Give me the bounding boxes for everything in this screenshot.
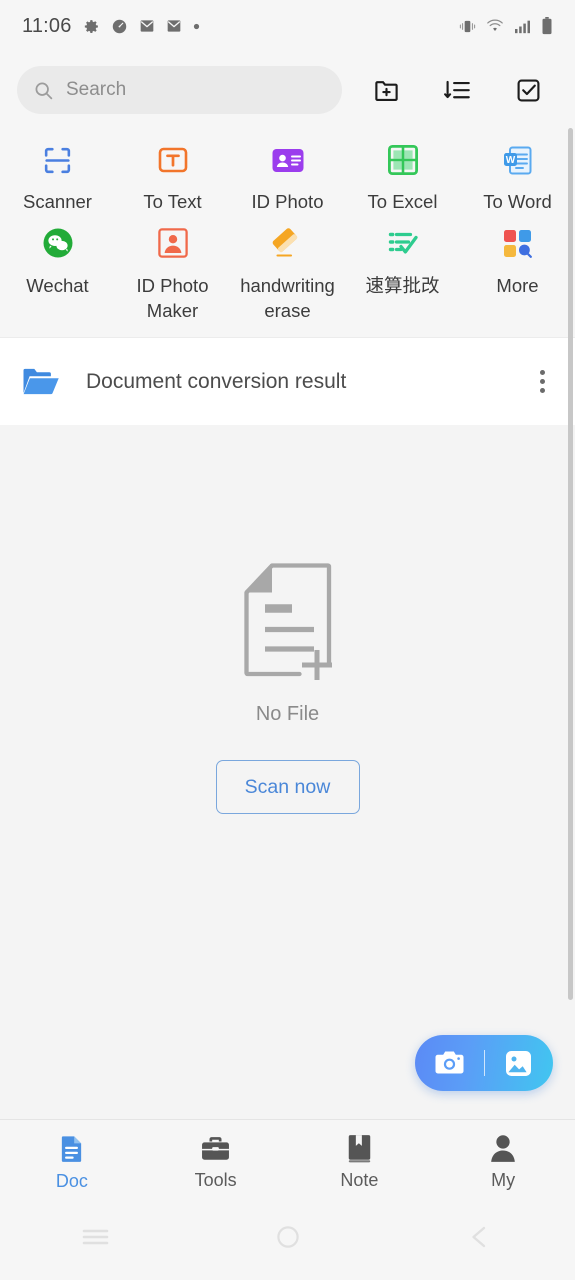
sort-icon[interactable] [444,77,471,104]
tool-scanner[interactable]: Scanner [0,132,115,214]
status-time: 11:06 [22,14,72,37]
folder-row[interactable]: Document conversion result [0,337,575,425]
tool-handwriting-erase[interactable]: handwriting erase [230,214,345,323]
id-card-icon [265,140,311,180]
chevron-left-icon [468,1225,490,1249]
tool-id-photo[interactable]: ID Photo [230,132,345,214]
search-icon [33,80,54,101]
status-bar-right [459,17,553,35]
nav-item-doc[interactable]: Doc [0,1134,144,1192]
tool-row-1: Scanner To Text ID Photo To Excel W To W… [0,132,575,214]
header-actions [373,77,558,104]
document-icon [58,1134,85,1164]
new-folder-icon[interactable] [373,77,400,104]
nav-item-note[interactable]: Note [288,1134,432,1191]
tool-label: ID Photo [251,191,324,212]
cellular-signal-icon [514,19,531,34]
tool-to-excel[interactable]: To Excel [345,132,460,214]
scanner-frame-icon [35,140,81,180]
tool-label: To Word [483,191,552,212]
header-bar: Search [0,52,575,128]
word-doc-icon: W [495,140,541,180]
status-bar: 11:06 [0,0,575,52]
empty-message: No File [255,703,320,725]
checklist-check-icon [380,222,426,264]
system-navigation-bar [0,1205,575,1269]
tool-row-2: Wechat ID Photo Maker handwriting erase … [0,214,575,323]
bottom-navigation: Doc Tools Note My [0,1119,575,1205]
dot-icon [193,23,200,30]
more-grid-icon [495,222,541,264]
mail-icon [139,18,155,34]
back-button[interactable] [383,1225,575,1249]
tool-label: Scanner [23,191,92,212]
settings-gear-icon [83,18,100,35]
scan-now-button[interactable]: Scan now [215,760,360,814]
tool-to-text[interactable]: To Text [115,132,230,214]
nav-item-tools[interactable]: Tools [144,1135,288,1191]
search-input[interactable]: Search [17,66,342,114]
home-button[interactable] [192,1225,384,1249]
folder-name: Document conversion result [86,369,347,393]
status-bar-left: 11:06 [22,15,200,38]
excel-grid-icon [380,140,426,180]
eraser-icon [265,222,311,264]
wechat-icon [35,222,81,264]
nav-item-my[interactable]: My [431,1134,575,1191]
toolbox-icon [201,1135,230,1163]
tool-label: To Excel [367,191,438,212]
document-add-icon [239,563,337,681]
svg-text:W: W [506,155,516,166]
tool-label: handwriting erase [240,275,335,321]
tool-grid: Scanner To Text ID Photo To Excel W To W… [0,128,575,337]
battery-icon [541,17,553,35]
speedometer-icon [111,18,128,35]
image-icon[interactable] [485,1050,554,1077]
tool-label: To Text [143,191,202,212]
tool-id-photo-maker[interactable]: ID Photo Maker [115,214,230,323]
app-screen: 11:06 Search Scanner To Text ID Photo To… [0,0,575,1280]
nav-label: Note [340,1170,379,1190]
file-list-empty-area: No File Scan now [0,425,575,1119]
person-frame-icon [150,222,196,264]
person-icon [490,1134,516,1163]
vibrate-icon [459,19,476,34]
capture-fab[interactable] [415,1035,553,1091]
nav-label: Tools [194,1169,237,1190]
tool-label: Wechat [26,275,89,296]
tool-to-word[interactable]: W To Word [460,132,575,214]
page-scrollbar[interactable] [568,128,573,1000]
select-checkbox-icon[interactable] [515,77,542,104]
more-vertical-icon[interactable] [532,364,553,399]
wifi-icon [486,19,504,33]
recents-button[interactable] [0,1227,192,1247]
tool-label: 速算批改 [365,275,440,296]
tool-label: More [496,275,539,296]
circle-icon [276,1225,300,1249]
book-bookmark-icon [347,1134,372,1163]
text-t-icon [150,140,196,180]
open-folder-icon [22,366,60,398]
camera-icon[interactable] [415,1050,484,1076]
nav-label: Doc [55,1170,88,1191]
tool-more[interactable]: More [460,214,575,323]
tool-quick-calc-correct[interactable]: 速算批改 [345,214,460,323]
tool-label: ID Photo Maker [136,275,209,321]
tool-wechat[interactable]: Wechat [0,214,115,323]
nav-label: My [491,1170,516,1190]
mail-icon [166,18,182,34]
hamburger-icon [82,1227,109,1247]
search-placeholder: Search [66,79,127,100]
